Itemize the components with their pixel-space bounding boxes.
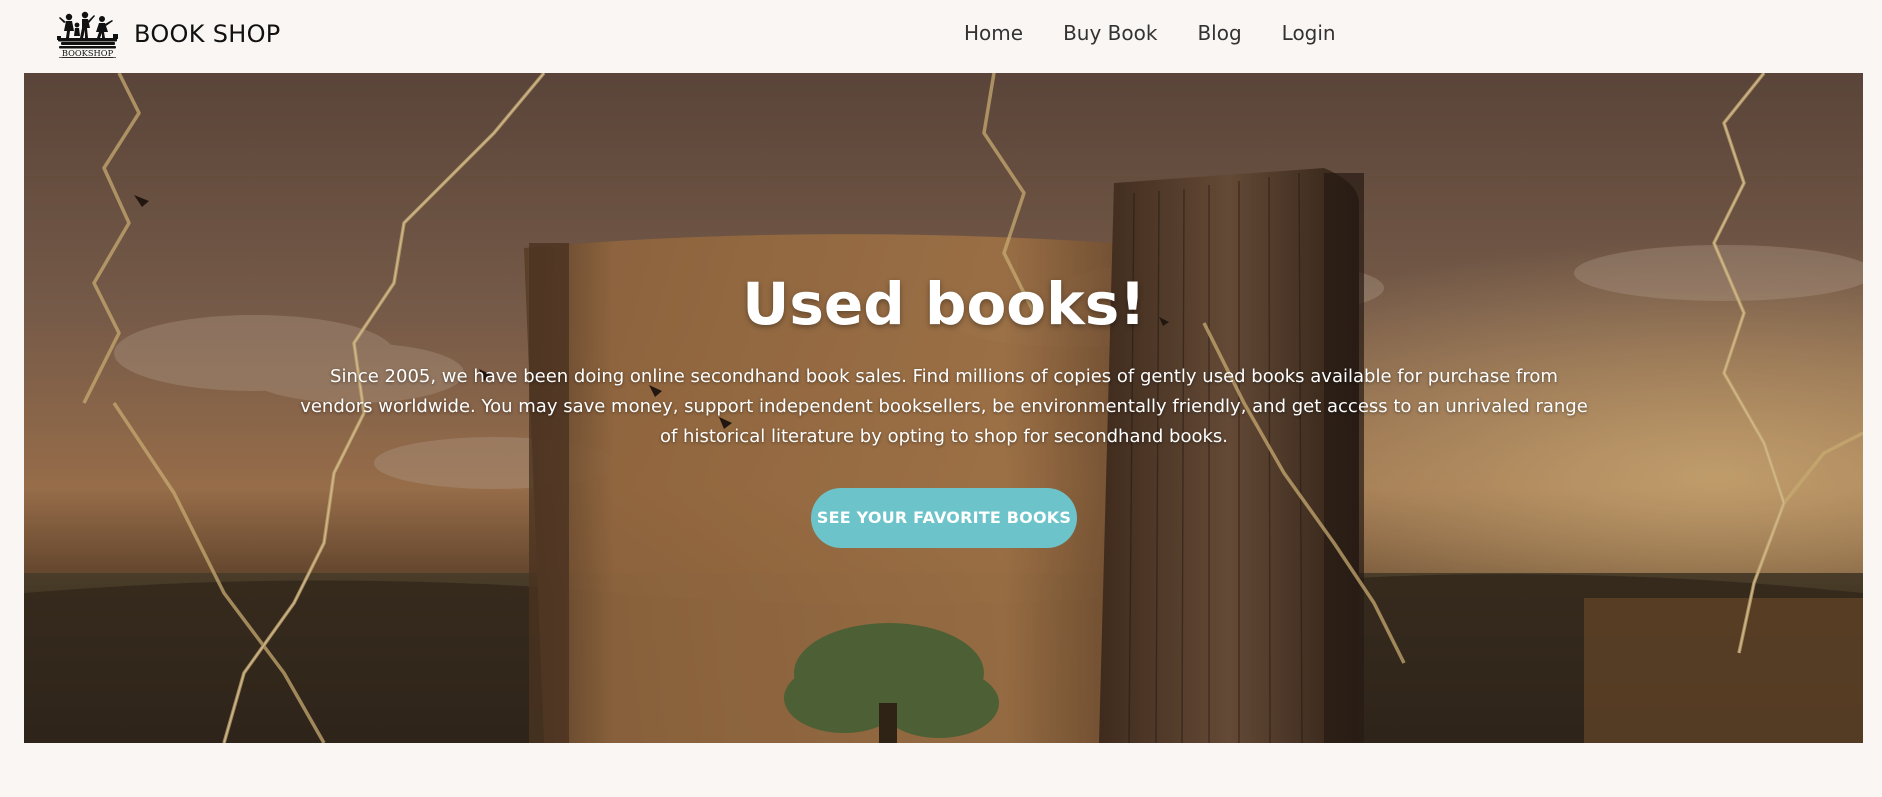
- hero-banner: Used books! Since 2005, we have been doi…: [24, 73, 1863, 743]
- nav-item-home: Home: [964, 21, 1023, 45]
- navbar: BOOKSHOP BOOK SHOP Home Buy Book Blog Lo…: [0, 0, 1882, 72]
- nav-link-home[interactable]: Home: [964, 21, 1023, 45]
- nav-item-buy-book: Buy Book: [1063, 21, 1157, 45]
- hero-title: Used books!: [742, 270, 1146, 338]
- hero-content: Used books! Since 2005, we have been doi…: [274, 268, 1614, 548]
- see-favorite-books-button[interactable]: SEE YOUR FAVORITE BOOKS: [811, 488, 1077, 548]
- nav-link-buy-book[interactable]: Buy Book: [1063, 21, 1157, 45]
- hero-description: Since 2005, we have been doing online se…: [300, 366, 1588, 447]
- brand-name: BOOK SHOP: [134, 20, 281, 48]
- nav-link-blog[interactable]: Blog: [1197, 21, 1241, 45]
- nav-menu: Home Buy Book Blog Login: [964, 21, 1376, 45]
- brand-link[interactable]: BOOKSHOP BOOK SHOP: [55, 10, 281, 58]
- nav-item-login: Login: [1282, 21, 1336, 45]
- bookshop-logo: BOOKSHOP: [57, 11, 118, 58]
- nav-link-login[interactable]: Login: [1282, 21, 1336, 45]
- nav-item-blog: Blog: [1197, 21, 1241, 45]
- svg-text:BOOKSHOP: BOOKSHOP: [62, 48, 114, 58]
